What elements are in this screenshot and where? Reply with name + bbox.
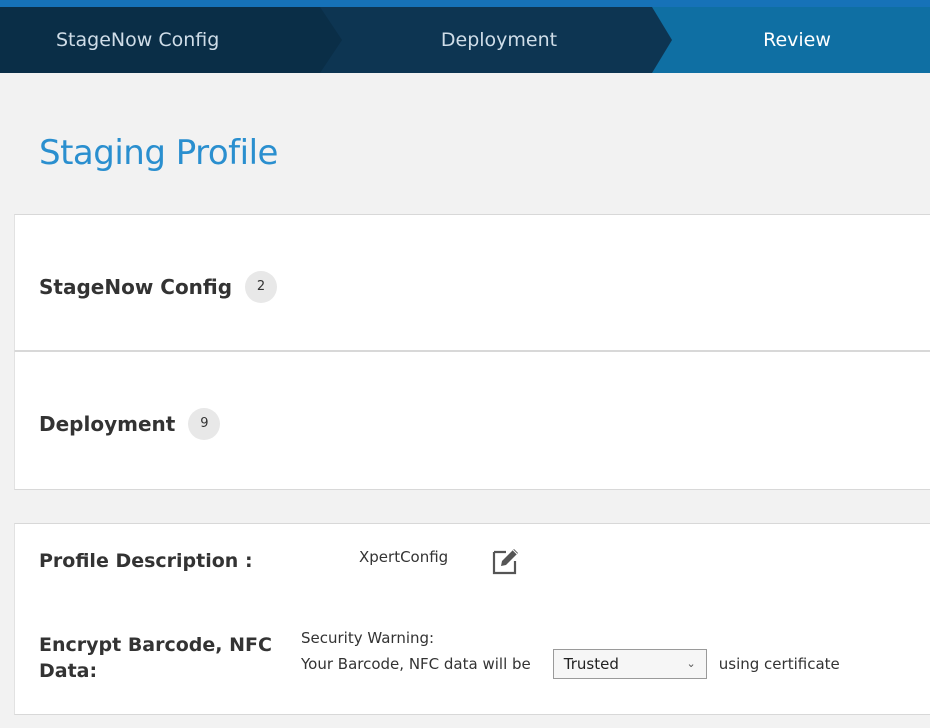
chevron-down-icon: ⌄: [686, 657, 696, 670]
trust-select-value: Trusted: [563, 655, 619, 673]
count-badge: 9: [188, 408, 221, 440]
section-stagenow-config[interactable]: StageNow Config 2: [14, 214, 930, 351]
encrypt-label: Encrypt Barcode, NFC Data:: [39, 634, 272, 682]
section-title-text: StageNow Config: [39, 275, 233, 299]
trust-select[interactable]: Trusted ⌄: [552, 649, 707, 679]
step-separator-chevron: [648, 7, 682, 73]
wizard-steps: StageNow Config Deployment Review: [0, 0, 930, 73]
step-label: Review: [763, 29, 831, 51]
profile-description-value: XpertConfig: [359, 548, 449, 566]
page-title: Staging Profile: [39, 133, 278, 173]
profile-details: Profile Description : XpertConfig Encryp…: [14, 523, 930, 715]
warning-title: Security Warning:: [301, 629, 435, 647]
edit-icon[interactable]: [491, 546, 521, 576]
step-deployment[interactable]: Deployment: [323, 7, 675, 73]
security-warning: Security Warning: Your Barcode, NFC data…: [301, 627, 840, 679]
warning-line: Your Barcode, NFC data will be Trusted ⌄…: [301, 649, 840, 679]
section-title: Deployment 9: [39, 408, 221, 440]
step-label: Deployment: [440, 29, 558, 51]
step-stagenow-config[interactable]: StageNow Config: [0, 7, 335, 73]
section-deployment[interactable]: Deployment 9: [14, 351, 930, 490]
step-label: StageNow Config: [56, 29, 220, 51]
section-title: StageNow Config 2: [39, 271, 278, 303]
profile-description-label: Profile Description :: [39, 550, 253, 572]
warning-suffix: using certificate: [718, 655, 840, 673]
step-review[interactable]: Review: [664, 7, 930, 73]
count-badge: 2: [245, 271, 278, 303]
section-title-text: Deployment: [39, 412, 176, 436]
warning-text: Your Barcode, NFC data will be: [301, 655, 531, 673]
step-separator-chevron: [314, 7, 348, 73]
